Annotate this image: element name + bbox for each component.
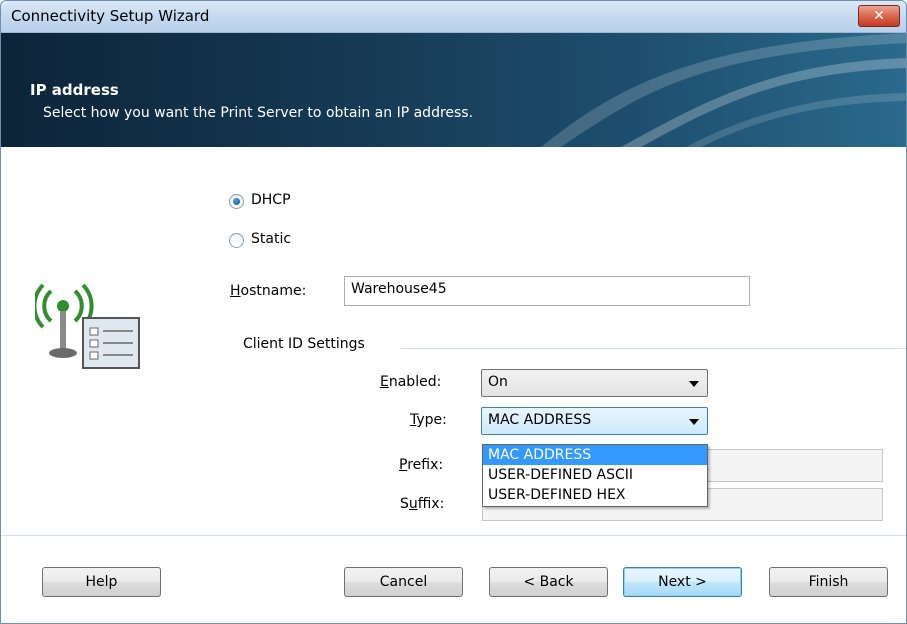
enabled-label: Enabled:: [380, 374, 442, 390]
finish-button[interactable]: Finish: [769, 567, 888, 597]
wizard-content: DHCP Static Hostname: Warehouse45 Client…: [1, 148, 906, 623]
wizard-window: Connectivity Setup Wizard ✕ IP address S…: [0, 0, 907, 624]
suffix-label: Suffix:: [400, 496, 445, 512]
dhcp-radio-button[interactable]: [229, 194, 244, 209]
dropdown-option-user-defined-hex[interactable]: USER-DEFINED HEX: [483, 485, 707, 505]
type-select[interactable]: MAC ADDRESS: [481, 407, 708, 435]
chevron-down-icon: [689, 381, 699, 387]
group-divider: [401, 348, 906, 349]
static-radio-button[interactable]: [229, 233, 244, 248]
chevron-down-icon: [689, 419, 699, 425]
enabled-select-value: On: [488, 374, 508, 390]
back-button[interactable]: < Back: [489, 567, 608, 597]
type-label: Type:: [410, 412, 447, 428]
hostname-input[interactable]: Warehouse45: [344, 276, 750, 306]
banner-title: IP address: [30, 81, 119, 99]
banner-swoosh: [541, 33, 906, 147]
window-title: Connectivity Setup Wizard: [11, 7, 210, 25]
dropdown-option-mac-address[interactable]: MAC ADDRESS: [483, 445, 707, 465]
banner-subtitle: Select how you want the Print Server to …: [43, 105, 474, 121]
dhcp-label[interactable]: DHCP: [251, 192, 291, 208]
enabled-select[interactable]: On: [481, 369, 708, 397]
cancel-button[interactable]: Cancel: [344, 567, 463, 597]
next-button[interactable]: Next >: [623, 567, 742, 597]
prefix-label: Prefix:: [399, 457, 444, 473]
type-dropdown-list: MAC ADDRESS USER-DEFINED ASCII USER-DEFI…: [482, 444, 708, 507]
header-banner: IP address Select how you want the Print…: [1, 33, 906, 147]
hostname-label: Hostname:: [230, 283, 307, 299]
close-icon: ✕: [873, 8, 885, 24]
wireless-network-settings-icon: [35, 283, 140, 369]
client-id-group-label: Client ID Settings: [243, 336, 365, 352]
title-bar: Connectivity Setup Wizard ✕: [1, 1, 906, 33]
close-button[interactable]: ✕: [858, 5, 900, 27]
footer-divider: [1, 535, 906, 536]
static-label[interactable]: Static: [251, 231, 291, 247]
help-button[interactable]: Help: [42, 567, 161, 597]
type-select-value: MAC ADDRESS: [488, 412, 592, 428]
dropdown-option-user-defined-ascii[interactable]: USER-DEFINED ASCII: [483, 465, 707, 485]
